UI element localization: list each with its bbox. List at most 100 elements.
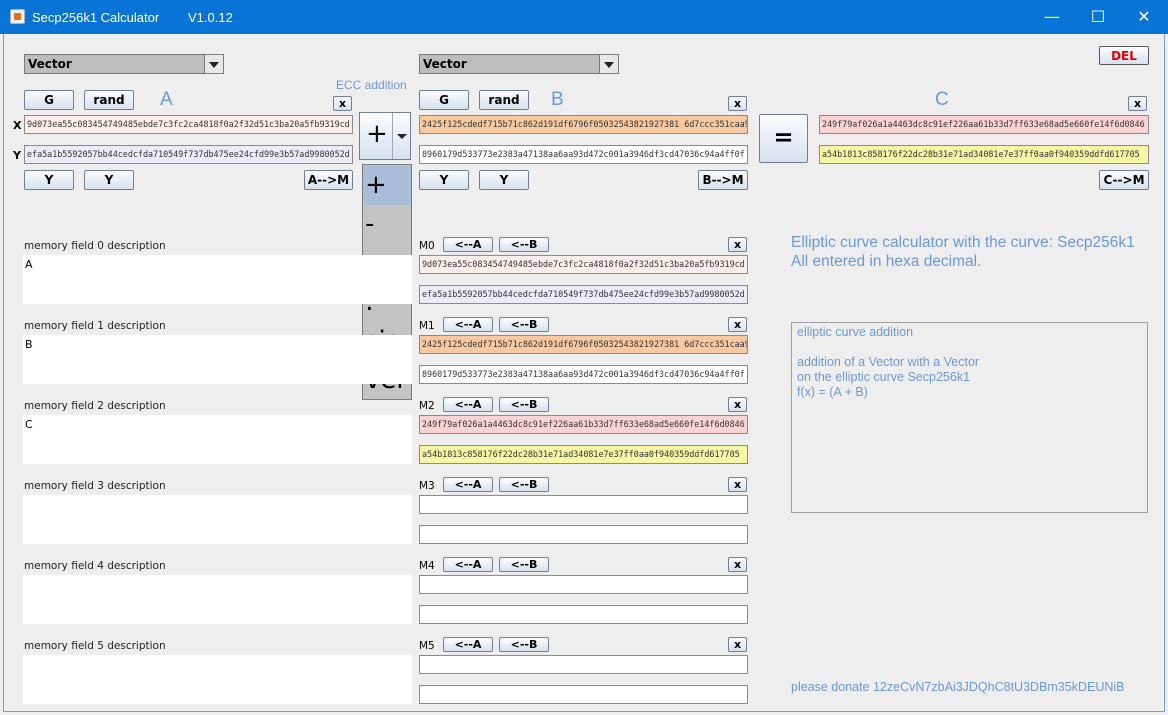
rand-button-a[interactable]: rand	[84, 90, 134, 110]
clear-button-a[interactable]: x	[333, 96, 352, 111]
memory-1-y-input[interactable]: 8960179d533773e2383a47138aa6aa93d472c001…	[419, 365, 748, 384]
memory-0-from-a-button[interactable]: <--A	[443, 237, 493, 252]
rand-button-b[interactable]: rand	[479, 90, 529, 110]
memory-3-from-a-button[interactable]: <--A	[443, 477, 493, 492]
operation-option-add[interactable]: +	[363, 166, 411, 205]
b-to-memory-button[interactable]: B-->M	[698, 170, 748, 190]
memory-0-x-input[interactable]: 9d073ea55c083454749485ebde7c3fc2ca4818f0…	[419, 255, 748, 274]
memory-content-2[interactable]: C	[23, 415, 412, 464]
description-line-3: on the elliptic curve Secp256k1	[797, 370, 971, 384]
a-to-memory-button[interactable]: A-->M	[304, 170, 353, 190]
x-input-a[interactable]: 9d073ea55c083454749485ebde7c3fc2ca4818f0…	[24, 115, 353, 134]
memory-2-from-a-button[interactable]: <--A	[443, 397, 493, 412]
x-input-b[interactable]: 2425f125cdedf715b71c862d191df6796f050325…	[419, 115, 748, 134]
clear-button-c[interactable]: x	[1128, 96, 1147, 111]
memory-description-0: memory field 0 description	[24, 240, 166, 252]
operation-select[interactable]: +	[359, 112, 411, 160]
info-text: Elliptic curve calculator with the curve…	[791, 233, 1135, 271]
window-title: Secp256k1 Calculator	[32, 10, 160, 25]
operation-label: ECC addition	[336, 78, 407, 92]
x-label-a: X	[13, 119, 22, 132]
memory-5-y-input[interactable]	[419, 685, 748, 704]
window-version: V1.0.12	[188, 10, 233, 25]
memory-0-clear-button[interactable]: x	[728, 237, 747, 252]
delete-button[interactable]: DEL	[1099, 46, 1149, 65]
memory-5-from-a-button[interactable]: <--A	[443, 637, 493, 652]
y-output-c[interactable]: a54b1813c858176f22dc28b31e71ad34081e7e37…	[819, 145, 1149, 164]
memory-description-2: memory field 2 description	[24, 400, 166, 412]
memory-3-from-b-button[interactable]: <--B	[499, 477, 549, 492]
type-select-b[interactable]: Vector	[419, 54, 619, 74]
memory-1-x-input[interactable]: 2425f125cdedf715b71c862d191df6796f050325…	[419, 335, 748, 354]
memory-2-clear-button[interactable]: x	[728, 397, 747, 412]
memory-4-from-b-button[interactable]: <--B	[499, 557, 549, 572]
memory-label-2: M2	[419, 400, 435, 412]
memory-3-clear-button[interactable]: x	[728, 477, 747, 492]
memory-content-3[interactable]	[23, 495, 412, 544]
memory-description-1: memory field 1 description	[24, 320, 166, 332]
memory-label-1: M1	[419, 320, 435, 332]
minimize-button[interactable]: —	[1029, 0, 1075, 34]
memory-4-y-input[interactable]	[419, 605, 748, 624]
memory-4-clear-button[interactable]: x	[728, 557, 747, 572]
y-input-b[interactable]: 8960179d533773e2383a47138aa6aa93d472c001…	[419, 145, 748, 164]
memory-4-from-a-button[interactable]: <--A	[443, 557, 493, 572]
memory-label-4: M4	[419, 560, 435, 572]
y-label-a: Y	[13, 149, 21, 162]
y-button-a-2[interactable]: Y	[84, 170, 134, 190]
memory-1-clear-button[interactable]: x	[728, 317, 747, 332]
memory-label-5: M5	[419, 640, 435, 652]
memory-2-from-b-button[interactable]: <--B	[499, 397, 549, 412]
label-a: A	[160, 89, 173, 110]
info-line-2: All entered in hexa decimal.	[791, 253, 982, 270]
type-select-a[interactable]: Vector	[24, 54, 224, 74]
description-box: elliptic curve addition addition of a Ve…	[791, 322, 1148, 513]
info-line-1: Elliptic curve calculator with the curve…	[791, 234, 1135, 251]
memory-content-1[interactable]: B	[23, 335, 412, 384]
memory-1-from-b-button[interactable]: <--B	[499, 317, 549, 332]
memory-3-y-input[interactable]	[419, 525, 748, 544]
operation-option-subtract[interactable]: -	[363, 205, 411, 244]
memory-content-0[interactable]: A	[23, 255, 412, 304]
donate-text: please donate 12zeCvN7zbAi3JDQhC8tU3DBm3…	[791, 680, 1125, 694]
x-output-c[interactable]: 249f79af026a1a4463dc8c91ef226aa61b33d7ff…	[819, 115, 1149, 134]
clear-button-b[interactable]: x	[728, 96, 747, 111]
memory-0-y-input[interactable]: efa5a1b5592057bb44cedcfda710549f737db475…	[419, 285, 748, 304]
y-button-b-1[interactable]: Y	[419, 170, 469, 190]
operation-current: +	[366, 119, 388, 149]
app-icon	[10, 9, 25, 24]
type-select-a-value: Vector	[28, 57, 72, 71]
close-button[interactable]: ✕	[1121, 0, 1167, 34]
type-select-b-value: Vector	[423, 57, 467, 71]
g-button-a[interactable]: G	[24, 90, 74, 110]
chevron-down-icon[interactable]	[392, 113, 410, 159]
maximize-button[interactable]: ☐	[1075, 0, 1121, 34]
c-to-memory-button[interactable]: C-->M	[1099, 170, 1149, 190]
memory-5-clear-button[interactable]: x	[728, 637, 747, 652]
memory-label-0: M0	[419, 240, 435, 252]
memory-4-x-input[interactable]	[419, 575, 748, 594]
description-line-4: f(x) = (A + B)	[797, 385, 868, 399]
equal-button[interactable]: =	[759, 114, 808, 163]
memory-5-from-b-button[interactable]: <--B	[499, 637, 549, 652]
description-line-2: addition of a Vector with a Vector	[797, 355, 980, 369]
y-button-b-2[interactable]: Y	[479, 170, 529, 190]
memory-5-x-input[interactable]	[419, 655, 748, 674]
memory-content-4[interactable]	[23, 575, 412, 624]
memory-description-5: memory field 5 description	[24, 640, 166, 652]
memory-3-x-input[interactable]	[419, 495, 748, 514]
chevron-down-icon[interactable]	[204, 55, 223, 73]
memory-1-from-a-button[interactable]: <--A	[443, 317, 493, 332]
chevron-down-icon[interactable]	[599, 55, 618, 73]
memory-description-3: memory field 3 description	[24, 480, 166, 492]
g-button-b[interactable]: G	[419, 90, 469, 110]
label-c: C	[935, 89, 949, 110]
title-bar: Secp256k1 Calculator V1.0.12 — ☐ ✕	[0, 0, 1168, 34]
memory-content-5[interactable]	[23, 655, 412, 704]
memory-2-y-input[interactable]: a54b1813c858176f22dc28b31e71ad34081e7e37…	[419, 445, 748, 464]
memory-2-x-input[interactable]: 249f79af026a1a4463dc8c91ef226aa61b33d7ff…	[419, 415, 748, 434]
y-input-a[interactable]: efa5a1b5592057bb44cedcfda710549f737db475…	[24, 145, 353, 164]
label-b: B	[551, 89, 564, 110]
memory-0-from-b-button[interactable]: <--B	[499, 237, 549, 252]
y-button-a-1[interactable]: Y	[24, 170, 74, 190]
